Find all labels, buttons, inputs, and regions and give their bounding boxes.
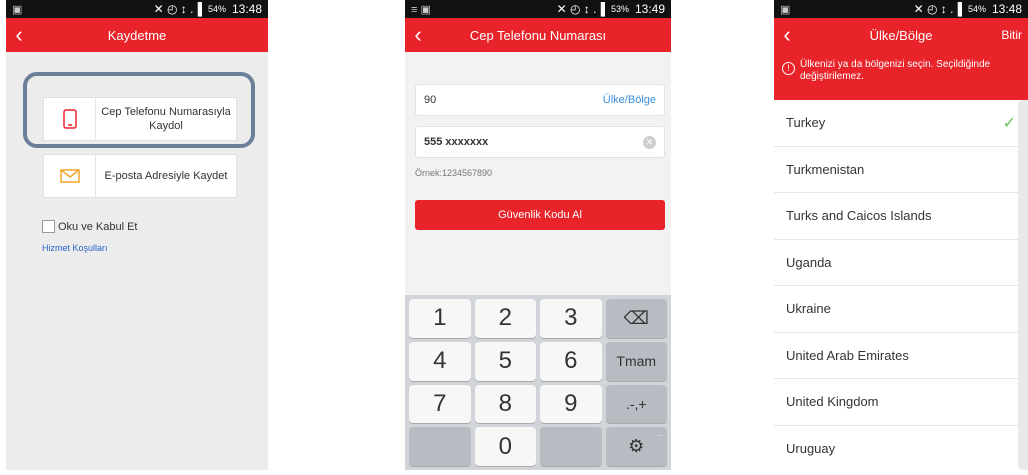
more-indicator: ... xyxy=(656,429,663,439)
country-name: Uganda xyxy=(786,254,832,270)
notice-banner: ! Ülkenizi ya da bölgenizi seçin. Seçild… xyxy=(774,52,1028,100)
country-name: Turks and Caicos Islands xyxy=(786,208,932,224)
alphabet-scrollbar[interactable] xyxy=(1018,100,1028,470)
status-time: 13:48 xyxy=(231,2,262,16)
gear-icon: ⚙ xyxy=(628,436,645,457)
battery-level: 54% xyxy=(207,4,226,14)
country-item[interactable]: United Arab Emirates xyxy=(774,333,1028,379)
country-code-field[interactable]: 90 Ülke/Bölge xyxy=(415,84,665,116)
status-icons: ✕ ◴ ↕ .▐ xyxy=(556,2,605,16)
back-icon[interactable]: ‹ xyxy=(6,18,32,52)
status-bar: ≡ ▣ ✕ ◴ ↕ .▐ 53% 13:49 xyxy=(405,0,671,18)
key-5[interactable]: 5 xyxy=(474,341,536,381)
country-name: United Arab Emirates xyxy=(786,347,909,363)
country-item[interactable]: Ukraine xyxy=(774,286,1028,333)
phone-number-screen: ≡ ▣ ✕ ◴ ↕ .▐ 53% 13:49 ‹ Cep Telefonu Nu… xyxy=(405,0,671,470)
notice-text: Ülkenizi ya da bölgenizi seçin. Seçildiğ… xyxy=(800,59,991,82)
country-list: Turkey ✓ Turkmenistan Turks and Caicos Isla… xyxy=(774,100,1028,470)
country-select-screen: ▣ ✕ ◴ ↕ .▐ 54% 13:48 ‹ Ülke/Bölge Bitir … xyxy=(774,0,1028,470)
back-icon[interactable]: ‹ xyxy=(774,18,800,52)
status-icons: ✕ ◴ ↕ .▐ xyxy=(913,2,962,16)
key-9[interactable]: 9 xyxy=(540,384,602,424)
country-name: Turkey xyxy=(786,115,826,131)
phone-number-value: 555 xxxxxxx xyxy=(424,136,489,148)
key-2[interactable]: 2 xyxy=(474,299,536,338)
info-icon: ! xyxy=(782,62,795,75)
status-bar: ▣ ✕ ◴ ↕ .▐ 54% 13:48 xyxy=(774,0,1028,18)
app-bar: ‹ Cep Telefonu Numarası xyxy=(405,18,671,52)
agree-label: Oku ve Kabul Et xyxy=(58,220,138,233)
country-code-value: 90 xyxy=(424,94,437,106)
back-icon[interactable]: ‹ xyxy=(405,18,431,52)
phone-number-input[interactable]: 555 xxxxxxx ✕ xyxy=(415,126,665,158)
country-name: Ukraine xyxy=(786,301,831,317)
example-hint: Örnek:1234567890 xyxy=(415,168,493,178)
done-button[interactable]: Bitir xyxy=(1001,28,1022,42)
key-4[interactable]: 4 xyxy=(409,341,471,381)
register-screen: ▣ ✕ ◴ ↕ .▐ 54% 13:48 ‹ Kaydetme Cep Tele… xyxy=(6,0,268,470)
settings-key[interactable]: ⚙ ... xyxy=(605,427,667,466)
symbols-key[interactable]: .-,+ xyxy=(605,384,667,424)
page-title: Cep Telefonu Numarası xyxy=(469,27,607,43)
country-item[interactable]: Turkmenistan xyxy=(774,147,1028,193)
country-name: Uruguay xyxy=(786,440,836,456)
country-item[interactable]: United Kingdom xyxy=(774,379,1028,426)
get-security-code-button[interactable]: Güvenlik Kodu Al xyxy=(415,200,665,230)
checkmark-icon: ✓ xyxy=(1002,114,1016,132)
notification-icon: ▣ xyxy=(12,3,23,16)
key-3[interactable]: 3 xyxy=(540,299,602,338)
numeric-keyboard: 1 2 3 ⌫ 4 5 6 Tmam 7 8 9 .-,+ 0 ⚙ ... xyxy=(405,295,671,470)
battery-level: 54% xyxy=(967,4,986,14)
app-bar: ‹ Ülke/Bölge Bitir xyxy=(774,18,1028,52)
country-item[interactable]: Turkey ✓ xyxy=(774,100,1028,147)
status-icons: ✕ ◴ ↕ .▐ xyxy=(153,2,202,16)
country-name: United Kingdom xyxy=(786,394,879,410)
blank-key-left xyxy=(409,427,471,466)
status-time: 13:49 xyxy=(634,2,665,16)
key-6[interactable]: 6 xyxy=(540,341,602,381)
app-bar: ‹ Kaydetme xyxy=(6,18,268,52)
key-8[interactable]: 8 xyxy=(474,384,536,424)
agree-checkbox[interactable] xyxy=(42,220,55,233)
terms-link[interactable]: Hizmet Koşulları xyxy=(42,243,108,253)
done-key[interactable]: Tmam xyxy=(605,341,667,381)
country-item[interactable]: Turks and Caicos Islands xyxy=(774,193,1028,240)
agree-row: Oku ve Kabul Et xyxy=(42,220,138,233)
backspace-key[interactable]: ⌫ xyxy=(605,299,667,338)
register-with-email-label: E-posta Adresiyle Kaydet xyxy=(104,170,228,182)
status-time: 13:48 xyxy=(991,2,1022,16)
notification-icon: ▣ xyxy=(780,3,791,16)
envelope-icon xyxy=(44,155,96,197)
register-with-email-button[interactable]: E-posta Adresiyle Kaydet xyxy=(43,154,237,198)
key-7[interactable]: 7 xyxy=(409,384,471,424)
page-title: Kaydetme xyxy=(107,27,167,43)
country-item[interactable]: Uruguay xyxy=(774,426,1028,471)
key-1[interactable]: 1 xyxy=(409,299,471,338)
page-title: Ülke/Bölge xyxy=(869,27,933,43)
country-name: Turkmenistan xyxy=(786,161,865,177)
country-region-link[interactable]: Ülke/Bölge xyxy=(603,94,656,106)
clear-icon[interactable]: ✕ xyxy=(643,135,656,149)
notification-icon: ≡ ▣ xyxy=(411,3,431,16)
battery-level: 53% xyxy=(610,4,629,14)
blank-key-right xyxy=(540,427,602,466)
country-item[interactable]: Uganda xyxy=(774,240,1028,286)
status-bar: ▣ ✕ ◴ ↕ .▐ 54% 13:48 xyxy=(6,0,268,18)
highlight-frame xyxy=(23,72,255,148)
key-0[interactable]: 0 xyxy=(474,427,536,466)
